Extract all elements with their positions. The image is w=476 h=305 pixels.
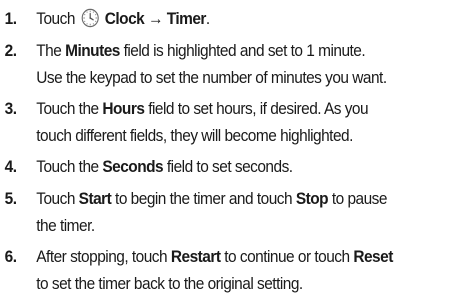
step-line: Use the keypad to set the number of minu… — [36, 68, 387, 87]
clock-icon — [81, 8, 100, 28]
step-line: After stopping, touch Restart to continu… — [36, 247, 393, 266]
instruction-list: 1. Touch Clock → Timer. 2. The Minutes f… — [0, 0, 476, 305]
step-line: touch different fields, they will become… — [36, 126, 353, 145]
step-line: Touch Clock → Timer. — [36, 8, 210, 28]
step-1: 1. Touch Clock → Timer. — [0, 5, 443, 32]
step-number: 6. — [4, 247, 17, 266]
step-line: Touch the Seconds field to set seconds. — [36, 157, 293, 176]
step-2: 2. The Minutes field is highlighted and … — [0, 37, 443, 91]
step-line: Touch the Hours field to set hours, if d… — [36, 99, 369, 118]
step-6: 6. After stopping, touch Restart to cont… — [0, 243, 443, 297]
step-line: Touch Start to begin the timer and touch… — [36, 189, 387, 208]
step-line: the timer. — [36, 216, 95, 235]
step-3: 3. Touch the Hours field to set hours, i… — [0, 95, 443, 149]
step-number: 3. — [4, 99, 17, 118]
step-5: 5. Touch Start to begin the timer and to… — [0, 185, 443, 239]
step-4: 4. Touch the Seconds field to set second… — [0, 153, 443, 180]
step-number: 1. — [4, 9, 17, 28]
step-line: The Minutes field is highlighted and set… — [36, 41, 366, 60]
step-number: 5. — [4, 189, 17, 208]
step-line: to set the timer back to the original se… — [36, 274, 303, 293]
step-number: 2. — [4, 41, 17, 60]
step-number: 4. — [4, 157, 17, 176]
